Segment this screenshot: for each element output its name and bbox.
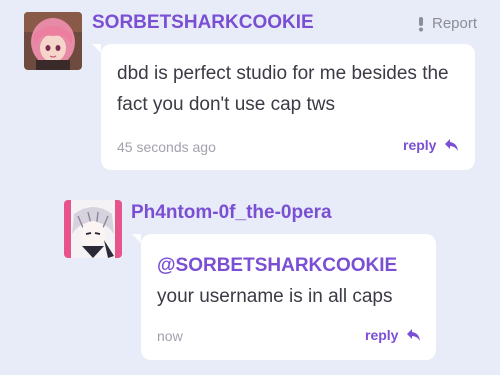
comment-timestamp: now [157,328,183,344]
message-text: your username is in all caps [157,286,393,307]
message-text: dbd is perfect studio for me besides the… [117,63,449,115]
comment-message: @SORBETSHARKCOOKIE your username is in a… [157,250,425,312]
exclamation-icon [419,16,423,31]
comment-timestamp: 45 seconds ago [117,139,216,155]
avatar-ph4ntom[interactable] [64,200,122,258]
comment-username[interactable]: SORBETSHARKCOOKIE [92,12,314,34]
avatar-sorbetsharkcookie[interactable] [24,12,82,70]
avatar-image [64,200,122,258]
reply-label: reply [365,327,399,343]
report-button[interactable]: Report [416,15,477,32]
reply-button[interactable]: reply [365,327,421,343]
mention-link[interactable]: @SORBETSHARKCOOKIE [157,255,397,276]
reply-button[interactable]: reply [403,137,459,153]
avatar-image [24,12,82,70]
comment-bubble: @SORBETSHARKCOOKIE your username is in a… [132,234,436,360]
comment-bubble: dbd is perfect studio for me besides the… [92,44,475,170]
reply-label: reply [403,137,437,153]
reply-arrow-icon [407,329,421,341]
report-label: Report [432,15,478,32]
comment-username[interactable]: Ph4ntom-0f_the-0pera [131,202,332,224]
comment-message: dbd is perfect studio for me besides the… [117,58,457,120]
reply-arrow-icon [445,139,459,151]
